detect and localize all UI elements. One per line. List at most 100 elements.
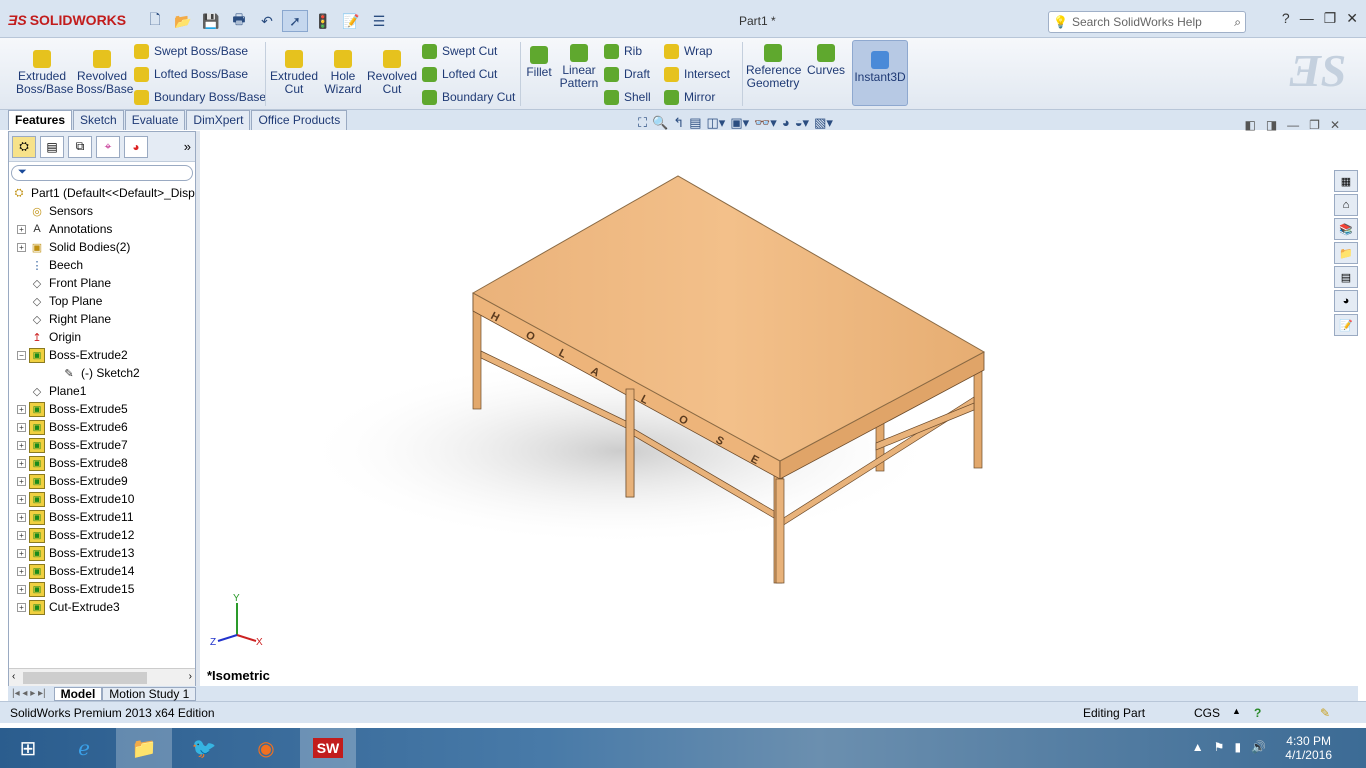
- volume-icon[interactable]: 🔊: [1251, 740, 1266, 754]
- solidworks-logo[interactable]: ƎS SOLIDWORKS: [8, 12, 126, 28]
- unit-system-selector[interactable]: CGS: [1194, 706, 1220, 720]
- view-settings-icon[interactable]: ▧▾: [814, 115, 833, 131]
- tile-right-icon[interactable]: ◨: [1266, 118, 1277, 132]
- wrap-button[interactable]: Wrap: [664, 42, 712, 60]
- expand-toggle-icon[interactable]: +: [17, 458, 26, 468]
- file-explorer-icon[interactable]: 📁: [1334, 242, 1358, 264]
- swept-boss-button[interactable]: Swept Boss/Base: [134, 42, 248, 60]
- expand-toggle-icon[interactable]: +: [17, 512, 26, 522]
- expand-toggle-icon[interactable]: +: [17, 440, 26, 450]
- dimxpertmanager-tab-icon[interactable]: ⌖: [96, 135, 120, 158]
- tree-root-part[interactable]: ⛭ Part1 (Default<<Default>_Disp: [11, 184, 195, 202]
- linear-pattern-button[interactable]: Linear Pattern: [558, 44, 600, 90]
- fillet-button[interactable]: Fillet: [524, 46, 554, 79]
- mirror-button[interactable]: Mirror: [664, 88, 715, 106]
- design-library-icon[interactable]: 📚: [1334, 218, 1358, 240]
- solidworks-taskbar-icon[interactable]: SW: [300, 728, 356, 768]
- tray-expand-icon[interactable]: ▲: [1192, 740, 1204, 754]
- tree-item[interactable]: + ▣ Boss-Extrude14: [17, 562, 134, 580]
- help-status-icon[interactable]: ?: [1254, 706, 1261, 720]
- shell-button[interactable]: Shell: [604, 88, 651, 106]
- revolved-cut-button[interactable]: Revolved Cut: [366, 50, 418, 96]
- tree-horizontal-scrollbar[interactable]: ‹ ›: [9, 668, 195, 686]
- tab-office-products[interactable]: Office Products: [251, 110, 348, 130]
- units-dropdown-icon[interactable]: ▲: [1232, 706, 1241, 716]
- expand-toggle-icon[interactable]: +: [17, 494, 26, 504]
- print-icon[interactable]: 🖶: [226, 10, 252, 32]
- firefox-icon[interactable]: ◉: [238, 728, 294, 768]
- minimize-icon[interactable]: —: [1300, 10, 1314, 27]
- expand-toggle-icon[interactable]: +: [17, 224, 26, 234]
- tree-item[interactable]: + ▣ Solid Bodies(2): [17, 238, 130, 256]
- scroll-left-icon[interactable]: ‹: [12, 671, 15, 682]
- custom-properties-icon[interactable]: 📝: [1334, 314, 1358, 336]
- tree-item[interactable]: + ▣ Boss-Extrude5: [17, 400, 128, 418]
- search-help-input[interactable]: 💡 Search SolidWorks Help ⌕: [1048, 11, 1246, 33]
- section-view-icon[interactable]: ▤: [689, 115, 701, 131]
- tree-item[interactable]: ◎ Sensors: [17, 202, 93, 220]
- action-center-icon[interactable]: ⚑: [1214, 740, 1225, 754]
- scroll-right-icon[interactable]: ›: [189, 671, 192, 682]
- scroll-thumb[interactable]: [23, 672, 147, 684]
- tab-motion-study[interactable]: Motion Study 1: [102, 686, 197, 701]
- expand-toggle-icon[interactable]: +: [17, 602, 26, 612]
- tree-item[interactable]: + ▣ Boss-Extrude10: [17, 490, 134, 508]
- viewport-minimize-icon[interactable]: —: [1287, 118, 1299, 132]
- tag-icon[interactable]: ✎: [1320, 706, 1330, 720]
- view-palette-icon[interactable]: ▤: [1334, 266, 1358, 288]
- display-style-icon[interactable]: ▣▾: [730, 115, 749, 131]
- tree-item[interactable]: + ▣ Boss-Extrude8: [17, 454, 128, 472]
- tab-features[interactable]: Features: [8, 110, 73, 130]
- viewport-restore-icon[interactable]: ❐: [1309, 118, 1320, 132]
- expand-toggle-icon[interactable]: +: [17, 242, 26, 252]
- view-orientation-icon[interactable]: ◫▾: [707, 115, 726, 131]
- tab-dimxpert[interactable]: DimXpert: [186, 110, 251, 130]
- expand-toggle-icon[interactable]: +: [17, 530, 26, 540]
- close-icon[interactable]: ✕: [1346, 10, 1358, 27]
- graphics-area[interactable]: H O L A L O S E Y X Z: [200, 131, 1334, 685]
- solidworks-resources-icon[interactable]: ▦: [1334, 170, 1358, 192]
- boundary-boss-button[interactable]: Boundary Boss/Base: [134, 88, 266, 106]
- expand-toggle-icon[interactable]: +: [17, 422, 26, 432]
- open-folder-icon[interactable]: 📂: [170, 10, 196, 32]
- expand-toggle-icon[interactable]: +: [17, 476, 26, 486]
- new-document-icon[interactable]: 🗋: [142, 10, 168, 32]
- intersect-button[interactable]: Intersect: [664, 65, 730, 83]
- tree-item[interactable]: + ▣ Cut-Extrude3: [17, 598, 120, 616]
- displaymanager-tab-icon[interactable]: ◕: [124, 135, 148, 158]
- tree-item[interactable]: + A Annotations: [17, 220, 112, 238]
- reference-geometry-button[interactable]: Reference Geometry: [746, 44, 801, 90]
- lofted-boss-button[interactable]: Lofted Boss/Base: [134, 65, 248, 83]
- tree-item[interactable]: − ▣ Boss-Extrude2: [17, 346, 128, 364]
- extruded-boss-button[interactable]: Extruded Boss/Base: [16, 50, 73, 96]
- tree-item[interactable]: ↥ Origin: [17, 328, 81, 346]
- tree-item[interactable]: ◇ Plane1: [17, 382, 87, 400]
- file-properties-icon[interactable]: 📝: [338, 10, 364, 32]
- internet-explorer-icon[interactable]: ℯ: [56, 728, 112, 768]
- file-explorer-taskbar-icon[interactable]: 📁: [116, 728, 172, 768]
- instant3d-button[interactable]: Instant3D: [852, 40, 908, 106]
- clock[interactable]: 4:30 PM 4/1/2016: [1285, 734, 1332, 762]
- tree-item[interactable]: + ▣ Boss-Extrude15: [17, 580, 134, 598]
- hole-wizard-button[interactable]: Hole Wizard: [320, 50, 366, 96]
- swept-cut-button[interactable]: Swept Cut: [422, 42, 497, 60]
- viewport-close-icon[interactable]: ✕: [1330, 118, 1340, 132]
- save-icon[interactable]: 💾: [198, 10, 224, 32]
- featuremanager-tab-icon[interactable]: ⛭: [12, 135, 36, 158]
- app-bird-icon[interactable]: 🐦: [176, 728, 232, 768]
- extruded-cut-button[interactable]: Extruded Cut: [270, 50, 318, 96]
- panel-expand-icon[interactable]: »: [184, 139, 191, 154]
- tree-item[interactable]: + ▣ Boss-Extrude7: [17, 436, 128, 454]
- tree-item[interactable]: + ▣ Boss-Extrude11: [17, 508, 134, 526]
- tree-item[interactable]: + ▣ Boss-Extrude6: [17, 418, 128, 436]
- rebuild-traffic-light-icon[interactable]: 🚦: [310, 10, 336, 32]
- hide-show-items-icon[interactable]: 👓▾: [754, 115, 777, 131]
- draft-button[interactable]: Draft: [604, 65, 650, 83]
- tab-model[interactable]: Model: [53, 686, 103, 701]
- apply-scene-icon[interactable]: ◒▾: [795, 115, 809, 131]
- tree-filter-input[interactable]: ⏷: [11, 165, 193, 181]
- expand-toggle-icon[interactable]: +: [17, 404, 26, 414]
- expand-toggle-icon[interactable]: −: [17, 350, 26, 360]
- edit-appearance-icon[interactable]: ◕: [782, 115, 790, 131]
- boundary-cut-button[interactable]: Boundary Cut: [422, 88, 515, 106]
